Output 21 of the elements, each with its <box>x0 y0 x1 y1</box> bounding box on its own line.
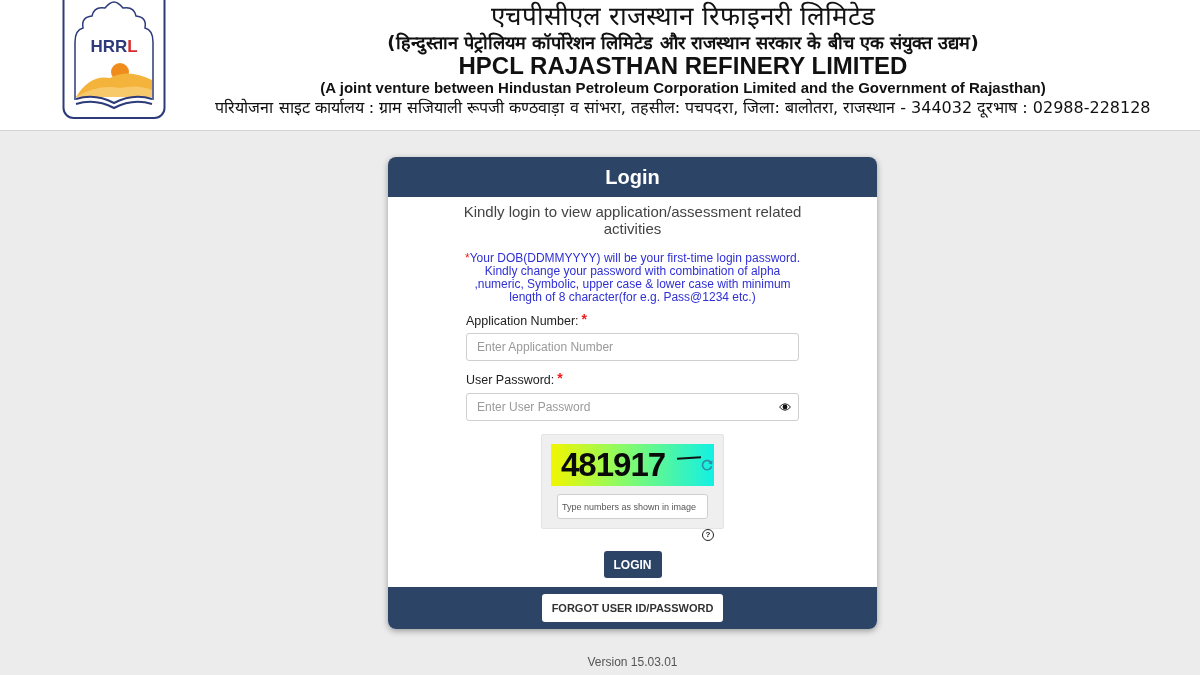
company-name: HPCL RAJASTHAN REFINERY LIMITED <box>458 54 908 78</box>
eye-icon[interactable] <box>779 403 791 411</box>
hindi-company-name: एचपीसीएल राजस्थान रिफाइनरी लिमिटेड <box>491 1 875 31</box>
intro-text: Kindly login to view application/assessment related activities <box>462 203 803 237</box>
forgot-password-button[interactable]: FORGOT USER ID/PASSWORD <box>541 594 724 622</box>
required-mark: * <box>557 373 563 383</box>
login-button[interactable]: LOGIN <box>603 551 662 578</box>
login-title: Login <box>605 165 660 189</box>
version-text: Version 15.03.01 <box>587 655 678 669</box>
field-label: User Password: <box>466 373 555 388</box>
password-note: *Your DOB(DDMMYYYY) will be your first-time login password. Kindly change your password with combination of alpha ,numeric, Symbolic, upper case & lower case with minimum length of 8 character(for e.g. Pass@1234 etc.) <box>464 252 801 304</box>
joint-venture-tagline: (A joint venture between Hindustan Petroleum Corporation Limited and the Government of Rajasthan) <box>320 78 1046 97</box>
required-mark: * <box>581 314 587 324</box>
password-field[interactable]: Enter User Password <box>466 393 799 421</box>
captcha-image: 481917 <box>551 444 714 486</box>
captcha-field[interactable]: Type numbers as shown in image <box>557 494 708 519</box>
refresh-icon[interactable] <box>701 459 713 471</box>
hindi-tagline: (हिन्दुस्तान पेट्रोलियम कॉर्पोरेशन लिमिटेड और राजस्थान सरकार के बीच एक संयुक्त उद्यम) <box>387 31 979 54</box>
office-address: परियोजना साइट कार्यालय : ग्राम सजियाली रूपजी कण्ठवाड़ा व सांभरा, तहसील: पचपदरा, जिला: बालोतरा, राजस्थान - 344032 दूरभाष : 02988-228128 <box>215 97 1151 119</box>
field-label: Application Number: <box>466 314 579 329</box>
application-number-field[interactable]: Enter Application Number <box>466 333 799 361</box>
